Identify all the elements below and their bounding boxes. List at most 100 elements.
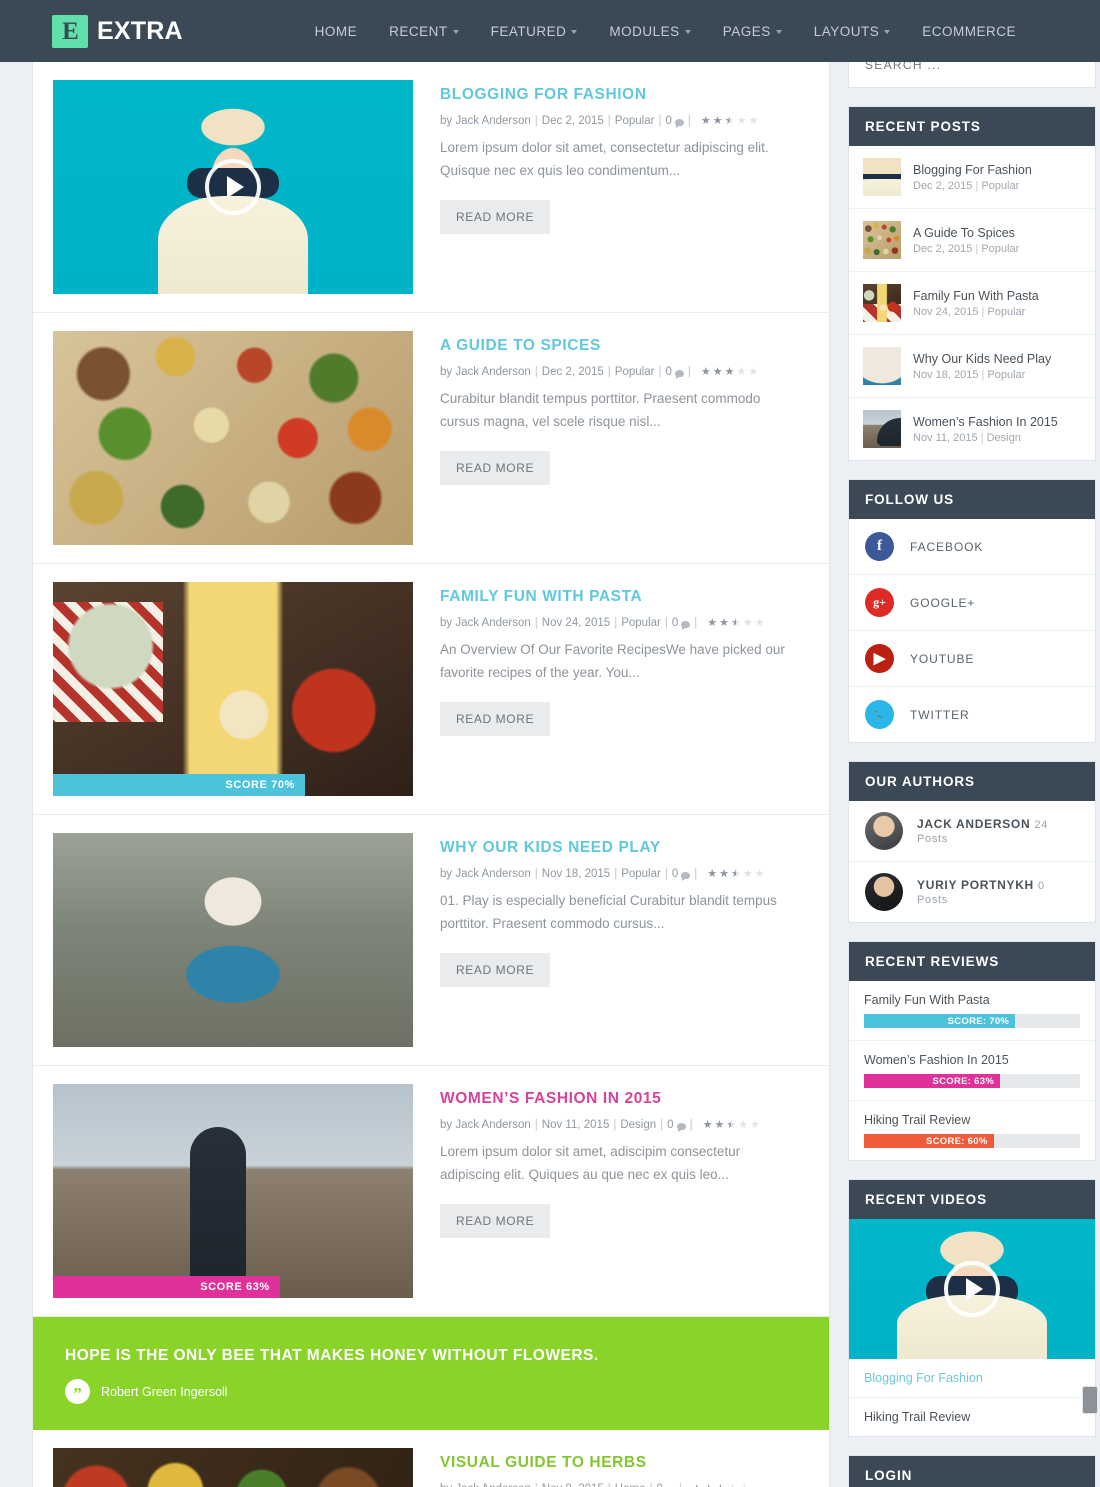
- article-body: WOMEN’S FASHION IN 2015 by Jack Anderson |…: [413, 1084, 829, 1298]
- recent-videos-widget: RECENT VIDEOS Blogging For Fashion Hiking…: [848, 1179, 1096, 1437]
- article-category[interactable]: Popular: [621, 868, 661, 880]
- review-score-fill: SCORE: 63%: [864, 1074, 1001, 1088]
- play-icon[interactable]: [944, 1261, 1000, 1317]
- site-logo[interactable]: E EXTRA: [52, 14, 183, 48]
- social-link-youtube[interactable]: ▶ YOUTUBE: [849, 631, 1095, 687]
- article-title[interactable]: WOMEN’S FASHION IN 2015: [440, 1090, 801, 1108]
- star-icon: ★: [724, 114, 735, 127]
- nav-item-pages[interactable]: PAGES: [707, 24, 798, 39]
- follow-us-title: FOLLOW US: [849, 480, 1095, 519]
- star-icon: ★: [692, 1483, 702, 1487]
- video-link-item[interactable]: Hiking Trail Review: [849, 1398, 1095, 1436]
- nav-item-home[interactable]: HOME: [299, 24, 374, 39]
- recent-post-item[interactable]: Women’s Fashion In 2015 Nov 11, 2015 | De…: [849, 398, 1095, 460]
- review-score-bar: SCORE: 60%: [864, 1134, 1080, 1148]
- article-author: by Jack Anderson: [440, 868, 531, 880]
- rating-stars: ★★★★★: [707, 616, 765, 629]
- article-thumbnail[interactable]: SCORE 63%: [53, 1084, 413, 1298]
- star-icon: ★: [704, 1483, 714, 1487]
- page-body: BLOGGING FOR FASHION by Jack Anderson | Dec…: [0, 42, 1100, 1487]
- post-title: Why Our Kids Need Play: [913, 351, 1052, 366]
- quote-mark-icon: ”: [65, 1379, 90, 1404]
- main-navigation: HOME RECENT FEATURED MODULES PAGES LAYOUTS ECO…: [299, 24, 1032, 39]
- review-score-label: SCORE: 60%: [925, 1135, 988, 1147]
- avatar: [865, 873, 903, 911]
- article-excerpt: 01. Play is especially beneficial Curabi…: [440, 893, 777, 932]
- post-category: Popular: [981, 242, 1020, 255]
- read-more-button[interactable]: READ MORE: [440, 953, 551, 988]
- comment-count: 0: [671, 868, 679, 880]
- read-more-button[interactable]: READ MORE: [440, 451, 551, 486]
- author-item[interactable]: JACK ANDERSON 24 Posts: [849, 801, 1095, 862]
- nav-item-modules[interactable]: MODULES: [593, 24, 706, 39]
- star-icon: ★: [754, 616, 765, 629]
- article-meta: by Jack Anderson | Nov 24, 2015 | Popular | 0 |…: [440, 616, 765, 630]
- article-title[interactable]: VISUAL GUIDE TO HERBS: [440, 1454, 801, 1472]
- social-link-facebook[interactable]: f FACEBOOK: [849, 519, 1095, 575]
- post-thumbnail: [863, 221, 901, 259]
- read-more-button[interactable]: READ MORE: [440, 702, 551, 737]
- article-title[interactable]: BLOGGING FOR FASHION: [440, 86, 801, 104]
- star-icon: ★: [712, 365, 723, 378]
- article-category[interactable]: Home: [615, 1483, 646, 1487]
- review-item[interactable]: Family Fun With Pasta SCORE: 70%: [849, 981, 1095, 1041]
- article-meta: by Jack Anderson | Nov 18, 2015 | Popular | 0 |…: [440, 867, 765, 881]
- logo-text: EXTRA: [97, 16, 183, 45]
- nav-item-recent[interactable]: RECENT: [373, 24, 475, 39]
- article-author: by Jack Anderson: [440, 1483, 531, 1487]
- post-title: A Guide To Spices: [913, 225, 1015, 240]
- review-item[interactable]: Women’s Fashion In 2015 SCORE: 63%: [849, 1041, 1095, 1101]
- article-title[interactable]: WHY OUR KIDS NEED PLAY: [440, 839, 801, 857]
- recent-post-item[interactable]: Why Our Kids Need Play Nov 18, 2015 | Pop…: [849, 335, 1095, 398]
- article-thumbnail[interactable]: [53, 1448, 413, 1487]
- article-date: Dec 2, 2015: [541, 366, 604, 378]
- video-link-item[interactable]: Blogging For Fashion: [849, 1359, 1095, 1398]
- rating-stars: ★★★★★: [703, 1119, 760, 1131]
- article-title[interactable]: A GUIDE TO SPICES: [440, 337, 801, 355]
- article-thumbnail[interactable]: [53, 833, 413, 1047]
- nav-item-featured[interactable]: FEATURED: [475, 24, 594, 39]
- recent-posts-widget: RECENT POSTS Blogging For Fashion Dec 2, …: [848, 106, 1096, 461]
- comment-count: 0: [656, 1483, 662, 1487]
- article-category[interactable]: Design: [620, 1119, 656, 1131]
- article-title[interactable]: FAMILY FUN WITH PASTA: [440, 588, 801, 606]
- post-date: Dec 2, 2015: [913, 179, 973, 192]
- article-author: by Jack Anderson: [440, 617, 531, 629]
- rating-stars: ★★★★★: [692, 1483, 749, 1487]
- article-thumbnail[interactable]: [53, 80, 413, 294]
- author-name-text: YURIY PORTNYKH: [917, 878, 1034, 892]
- author-item[interactable]: YURIY PORTNYKH 0 Posts: [849, 862, 1095, 922]
- post-title: Women’s Fashion In 2015: [913, 414, 1058, 429]
- review-score-bar: SCORE: 70%: [864, 1014, 1080, 1028]
- article-category[interactable]: Popular: [615, 366, 655, 378]
- nav-item-layouts[interactable]: LAYOUTS: [798, 24, 907, 39]
- video-featured-thumbnail[interactable]: [849, 1219, 1095, 1359]
- nav-item-label: HOME: [314, 23, 358, 39]
- recent-post-item[interactable]: Family Fun With Pasta Nov 24, 2015 | Popu…: [849, 272, 1095, 335]
- chevron-down-icon: [775, 30, 782, 34]
- article-thumbnail[interactable]: [53, 331, 413, 545]
- article-row: WHY OUR KIDS NEED PLAY by Jack Anderson | N…: [33, 815, 829, 1066]
- recent-post-item[interactable]: A Guide To Spices Dec 2, 2015 | Popular: [849, 209, 1095, 272]
- article-author: by Jack Anderson: [440, 366, 531, 378]
- review-item[interactable]: Hiking Trail Review SCORE: 60%: [849, 1101, 1095, 1160]
- article-category[interactable]: Popular: [621, 617, 661, 629]
- article-category[interactable]: Popular: [615, 115, 655, 127]
- read-more-button[interactable]: READ MORE: [440, 1204, 551, 1239]
- recent-post-item[interactable]: Blogging For Fashion Dec 2, 2015 | Popula…: [849, 146, 1095, 209]
- author-name: YURIY PORTNYKH 0 Posts: [917, 878, 1079, 906]
- social-link-twitter[interactable]: 🐦 TWITTER: [849, 687, 1095, 742]
- extra-logo-icon: E: [52, 14, 88, 48]
- post-category: Design: [986, 431, 1021, 444]
- author-name-text: JACK ANDERSON: [917, 817, 1031, 831]
- article-date: Nov 8, 2015: [542, 1483, 604, 1487]
- article-excerpt: An Overview Of Our Favorite RecipesWe ha…: [440, 642, 785, 681]
- play-icon[interactable]: [205, 159, 261, 215]
- article-thumbnail[interactable]: SCORE 70%: [53, 582, 413, 796]
- social-link-google-plus[interactable]: g+ GOOGLE+: [849, 575, 1095, 631]
- read-more-button[interactable]: READ MORE: [440, 200, 551, 235]
- star-icon: ★: [724, 365, 735, 378]
- nav-item-ecommerce[interactable]: ECOMMERCE: [906, 24, 1032, 39]
- comment-bubble-icon: [681, 620, 691, 630]
- vertical-scrollbar-thumb[interactable]: [1082, 1386, 1098, 1414]
